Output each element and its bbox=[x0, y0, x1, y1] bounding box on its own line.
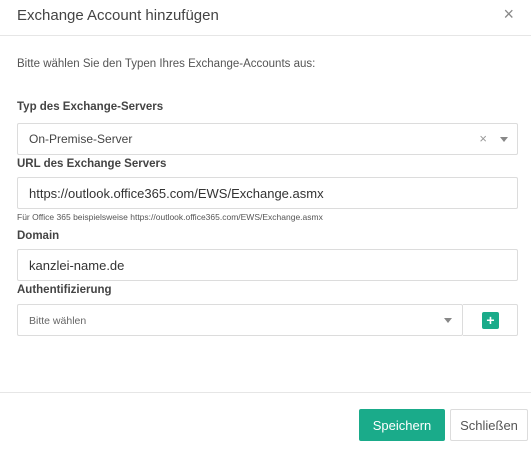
server-url-label: URL des Exchange Servers bbox=[17, 158, 167, 170]
dialog-footer: Speichern Schließen bbox=[0, 392, 531, 450]
close-icon[interactable]: × bbox=[503, 5, 514, 23]
server-type-select[interactable]: On-Premise-Server × bbox=[17, 123, 518, 155]
domain-input[interactable] bbox=[17, 249, 518, 281]
exchange-account-dialog: Exchange Account hinzufügen × Bitte wähl… bbox=[0, 0, 531, 450]
clear-icon[interactable]: × bbox=[479, 131, 487, 146]
plus-icon: + bbox=[486, 312, 495, 328]
server-type-selected-value: On-Premise-Server bbox=[29, 132, 133, 146]
dialog-title: Exchange Account hinzufügen bbox=[17, 7, 219, 24]
server-url-hint: Für Office 365 beispielsweise https://ou… bbox=[17, 212, 323, 222]
close-button[interactable]: Schließen bbox=[450, 409, 528, 441]
server-type-label: Typ des Exchange-Servers bbox=[17, 101, 164, 113]
intro-text: Bitte wählen Sie den Typen Ihres Exchang… bbox=[17, 58, 316, 70]
domain-label: Domain bbox=[17, 230, 60, 242]
dialog-body: Bitte wählen Sie den Typen Ihres Exchang… bbox=[0, 37, 531, 392]
authentication-label: Authentifizierung bbox=[17, 284, 112, 296]
server-url-input[interactable] bbox=[17, 177, 518, 209]
chevron-down-icon[interactable] bbox=[500, 137, 508, 142]
authentication-select[interactable]: Bitte wählen bbox=[17, 304, 463, 336]
dialog-header: Exchange Account hinzufügen × bbox=[0, 0, 531, 36]
save-button[interactable]: Speichern bbox=[359, 409, 445, 441]
add-authentication-button[interactable]: + bbox=[482, 312, 499, 329]
authentication-add-wrapper: + bbox=[463, 304, 518, 336]
authentication-placeholder: Bitte wählen bbox=[29, 315, 87, 327]
chevron-down-icon[interactable] bbox=[444, 318, 452, 323]
